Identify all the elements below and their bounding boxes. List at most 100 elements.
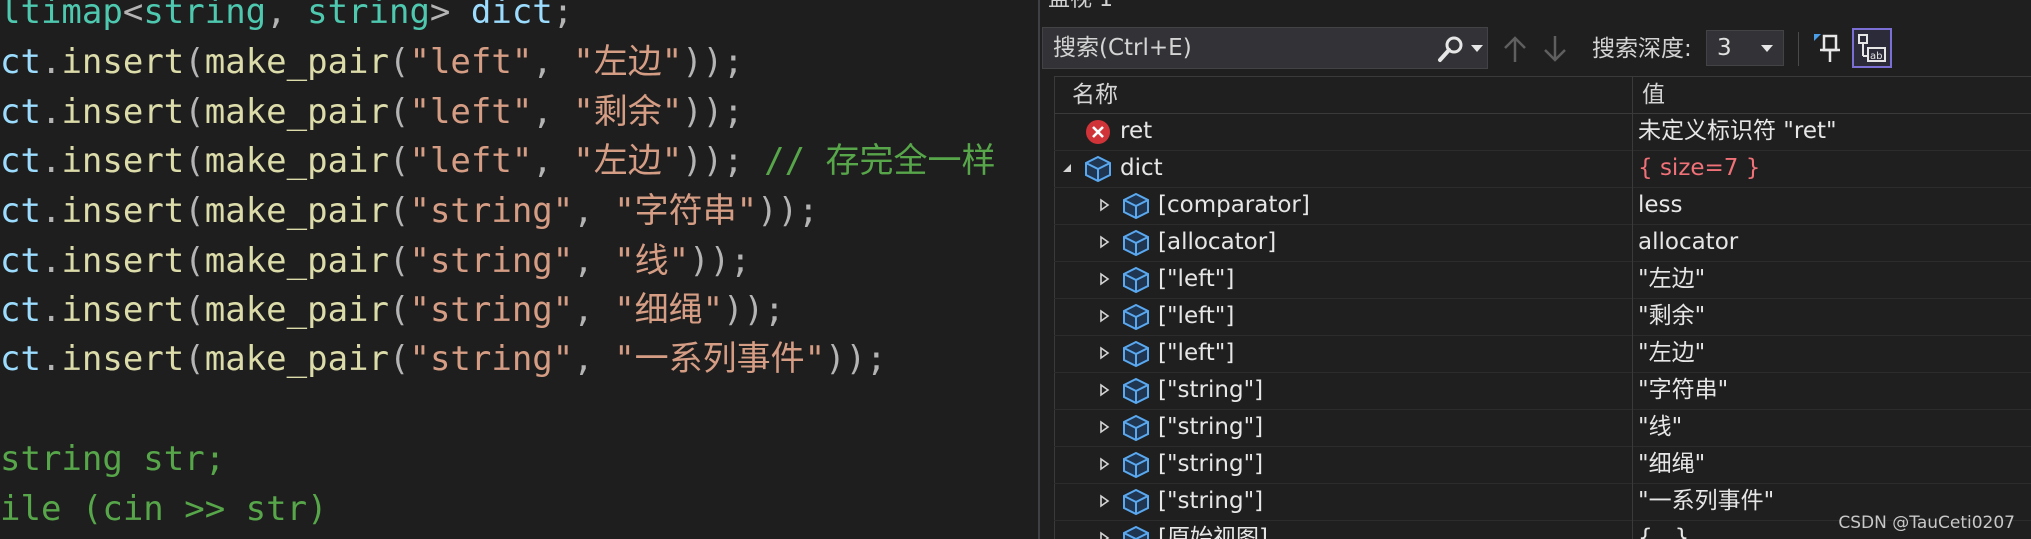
code-line[interactable]: ct.insert(make_pair("left", "左边"));	[0, 37, 744, 87]
code-token: string str;	[0, 439, 226, 479]
expand-arrow-icon[interactable]	[1098, 494, 1112, 508]
code-token: make_pair	[204, 191, 389, 231]
code-line[interactable]: ltimap<string, string> dict;	[0, 0, 573, 37]
watch-row-name[interactable]: [原始视图]	[1158, 520, 1268, 539]
expand-arrow-icon[interactable]	[1098, 235, 1112, 249]
code-line[interactable]: ct.insert(make_pair("string", "字符串"));	[0, 186, 819, 236]
code-line[interactable]: ct.insert(make_pair("left", "剩余"));	[0, 87, 744, 137]
code-token: (	[184, 241, 205, 281]
code-token: (	[388, 290, 410, 330]
object-icon	[1123, 414, 1149, 442]
watch-row-name[interactable]: ["string"]	[1158, 483, 1263, 520]
watch-row-value[interactable]: "左边"	[1638, 261, 1705, 298]
code-token: "left"	[409, 141, 533, 181]
column-separator[interactable]	[1632, 76, 1633, 539]
search-next-icon[interactable]	[1542, 34, 1568, 64]
watch-row-name[interactable]: ret	[1120, 113, 1152, 150]
expand-arrow-icon[interactable]	[1098, 383, 1112, 397]
chevron-down-icon[interactable]	[1471, 45, 1483, 53]
hexadecimal-display-button[interactable]: ab	[1852, 28, 1892, 68]
code-token: ct	[0, 290, 41, 330]
watch-row-name[interactable]: ["string"]	[1158, 446, 1263, 483]
watch-row-value[interactable]: "细绳"	[1638, 446, 1705, 483]
code-token: "细绳"	[614, 290, 724, 330]
search-depth-value: 3	[1717, 35, 1732, 61]
expand-arrow-icon[interactable]	[1098, 198, 1112, 212]
search-depth-select[interactable]: 3	[1706, 30, 1784, 66]
code-token: .	[40, 290, 62, 330]
code-line[interactable]: ct.insert(make_pair("string", "细绳"));	[0, 285, 785, 335]
expand-arrow-icon[interactable]	[1098, 457, 1112, 471]
code-token: ,	[573, 290, 615, 330]
search-previous-icon[interactable]	[1502, 34, 1528, 64]
toolbar-separator	[1798, 32, 1799, 66]
watch-row-value[interactable]: less	[1638, 187, 1683, 224]
expand-arrow-icon[interactable]	[1098, 420, 1112, 434]
watch-row[interactable]: ["string"] "线"	[1054, 409, 2031, 447]
object-icon	[1123, 303, 1149, 331]
code-token: make_pair	[204, 92, 389, 132]
code-token: ));	[689, 241, 751, 281]
watch-row-value[interactable]: 未定义标识符 "ret"	[1638, 113, 1837, 150]
code-line[interactable]: ct.insert(make_pair("left", "左边")); // 存…	[0, 136, 996, 186]
watch-row-value[interactable]: allocator	[1638, 224, 1738, 261]
code-token: ));	[757, 191, 819, 231]
watch-row[interactable]: dict { size=7 }	[1054, 150, 2031, 188]
watch-row-name[interactable]: ["left"]	[1158, 261, 1234, 298]
code-token: (	[388, 42, 410, 82]
watch-search-input[interactable]: 搜索(Ctrl+E)	[1042, 27, 1488, 69]
collapse-arrow-icon[interactable]	[1060, 161, 1074, 175]
watch-row[interactable]: [comparator] less	[1054, 187, 2031, 225]
code-token: ,	[573, 191, 615, 231]
watch-row[interactable]: ["left"] "剩余"	[1054, 298, 2031, 336]
expand-arrow-icon[interactable]	[1098, 346, 1112, 360]
code-editor[interactable]: ltimap<string, string> dict; ct.insert(ma…	[0, 0, 1038, 539]
code-token: (	[388, 191, 410, 231]
expand-arrow-icon[interactable]	[1098, 272, 1112, 286]
expand-arrow-icon[interactable]	[1098, 531, 1112, 539]
code-line[interactable]: string str;	[0, 434, 225, 484]
watch-row-value[interactable]: "剩余"	[1638, 298, 1705, 335]
watch-row[interactable]: ["string"] "细绳"	[1054, 446, 2031, 484]
watch-row-value[interactable]: "左边"	[1638, 335, 1705, 372]
code-token: <	[122, 0, 144, 32]
code-token: (	[184, 191, 205, 231]
watch-row[interactable]: ["left"] "左边"	[1054, 261, 2031, 299]
watch-row-name[interactable]: ["left"]	[1158, 298, 1234, 335]
watch-row-value[interactable]: "一系列事件"	[1638, 483, 1774, 520]
code-token: (	[388, 92, 410, 132]
code-line[interactable]: ct.insert(make_pair("string", "线"));	[0, 236, 751, 286]
watch-row-name[interactable]: [allocator]	[1158, 224, 1276, 261]
code-token: .	[40, 191, 62, 231]
watch-row-name[interactable]: ["string"]	[1158, 372, 1263, 409]
watch-row-name[interactable]: [comparator]	[1158, 187, 1310, 224]
code-token: make_pair	[204, 290, 389, 330]
watch-row[interactable]: ret 未定义标识符 "ret"	[1054, 113, 2031, 151]
code-line[interactable]: ct.insert(make_pair("string", "一系列事件"));	[0, 334, 887, 384]
pin-icon[interactable]	[1812, 32, 1842, 64]
error-icon	[1086, 120, 1110, 144]
code-line[interactable]: ile (cin >> str)	[0, 484, 328, 534]
search-icon[interactable]	[1435, 35, 1465, 63]
watch-row-name[interactable]: ["left"]	[1158, 335, 1234, 372]
watch-row[interactable]: [allocator] allocator	[1054, 224, 2031, 262]
code-token: "string"	[409, 191, 574, 231]
watch-row-value[interactable]: {...}	[1638, 520, 1689, 539]
watch-row-value[interactable]: { size=7 }	[1638, 150, 1760, 187]
code-token: (	[184, 42, 205, 82]
object-icon	[1123, 377, 1149, 405]
watch-row[interactable]: ["left"] "左边"	[1054, 335, 2031, 373]
code-token: ltimap	[0, 0, 123, 32]
watch-row-name[interactable]: ["string"]	[1158, 409, 1263, 446]
code-token: ));	[723, 290, 785, 330]
code-token: "left"	[409, 42, 533, 82]
expand-arrow-icon[interactable]	[1098, 309, 1112, 323]
column-header-name[interactable]: 名称	[1072, 77, 1118, 113]
watch-row[interactable]: ["string"] "字符串"	[1054, 372, 2031, 410]
watermark: CSDN @TauCeti0207	[1838, 513, 2015, 533]
column-header-value[interactable]: 值	[1642, 77, 1665, 113]
watch-window-title: 监视 1	[1048, 0, 1113, 12]
watch-row-name[interactable]: dict	[1120, 150, 1163, 187]
watch-row-value[interactable]: "线"	[1638, 409, 1682, 446]
watch-row-value[interactable]: "字符串"	[1638, 372, 1728, 409]
